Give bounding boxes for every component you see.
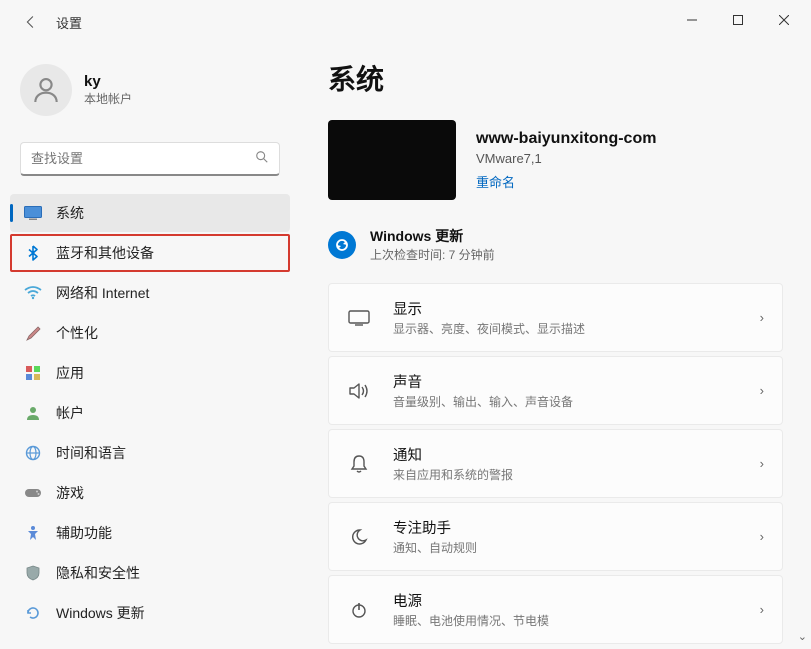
avatar bbox=[20, 64, 72, 116]
sync-icon bbox=[328, 231, 356, 259]
card-sub: 音量级别、输出、输入、声音设备 bbox=[393, 393, 760, 410]
nav-bluetooth[interactable]: 蓝牙和其他设备 bbox=[10, 234, 290, 272]
chevron-right-icon: › bbox=[760, 602, 764, 617]
card-title: 电源 bbox=[393, 590, 760, 611]
bell-icon bbox=[347, 454, 371, 474]
card-display[interactable]: 显示 显示器、亮度、夜间模式、显示描述 › bbox=[328, 283, 783, 352]
card-sound[interactable]: 声音 音量级别、输出、输入、声音设备 › bbox=[328, 356, 783, 425]
nav-accounts[interactable]: 帐户 bbox=[10, 394, 290, 432]
nav-label: Windows 更新 bbox=[56, 603, 145, 623]
nav-time-language[interactable]: 时间和语言 bbox=[10, 434, 290, 472]
nav-label: 帐户 bbox=[56, 403, 84, 423]
update-subtitle: 上次检查时间: 7 分钟前 bbox=[370, 246, 495, 263]
device-thumbnail bbox=[328, 120, 456, 200]
maximize-button[interactable] bbox=[715, 4, 761, 36]
person-icon bbox=[24, 404, 42, 422]
shield-icon bbox=[24, 564, 42, 582]
card-sub: 显示器、亮度、夜间模式、显示描述 bbox=[393, 320, 760, 337]
sound-icon bbox=[347, 382, 371, 400]
card-power[interactable]: 电源 睡眠、电池使用情况、节电模 › bbox=[328, 575, 783, 644]
chevron-right-icon: › bbox=[760, 529, 764, 544]
device-name: www-baiyunxitong-com bbox=[476, 130, 656, 148]
device-model: VMware7,1 bbox=[476, 151, 656, 166]
sidebar: ky 本地帐户 系统 蓝牙和其他设备 网络和 Internet bbox=[0, 40, 300, 649]
card-title: 声音 bbox=[393, 371, 760, 392]
moon-icon bbox=[347, 528, 371, 546]
search-input[interactable] bbox=[31, 151, 255, 166]
titlebar: 设置 bbox=[0, 0, 811, 40]
windows-update-row[interactable]: Windows 更新 上次检查时间: 7 分钟前 bbox=[328, 220, 783, 283]
card-title: 专注助手 bbox=[393, 517, 760, 538]
nav-label: 应用 bbox=[56, 363, 84, 383]
account-type: 本地帐户 bbox=[84, 90, 132, 107]
nav-personalization[interactable]: 个性化 bbox=[10, 314, 290, 352]
nav-list: 系统 蓝牙和其他设备 网络和 Internet 个性化 应用 帐户 bbox=[10, 194, 290, 632]
card-sub: 来自应用和系统的警报 bbox=[393, 466, 760, 483]
nav-label: 系统 bbox=[56, 203, 84, 223]
power-icon bbox=[347, 601, 371, 619]
nav-windows-update[interactable]: Windows 更新 bbox=[10, 594, 290, 632]
nav-label: 个性化 bbox=[56, 323, 98, 343]
nav-label: 网络和 Internet bbox=[56, 283, 149, 303]
chevron-right-icon: › bbox=[760, 456, 764, 471]
nav-label: 隐私和安全性 bbox=[56, 563, 140, 583]
card-sub: 睡眠、电池使用情况、节电模 bbox=[393, 612, 760, 629]
back-button[interactable] bbox=[20, 12, 40, 32]
nav-label: 蓝牙和其他设备 bbox=[56, 243, 154, 263]
nav-label: 辅助功能 bbox=[56, 523, 112, 543]
nav-system[interactable]: 系统 bbox=[10, 194, 290, 232]
update-title: Windows 更新 bbox=[370, 226, 495, 246]
user-section[interactable]: ky 本地帐户 bbox=[10, 52, 290, 136]
card-focus-assist[interactable]: 专注助手 通知、自动规则 › bbox=[328, 502, 783, 571]
page-title: 系统 bbox=[328, 58, 783, 98]
nav-apps[interactable]: 应用 bbox=[10, 354, 290, 392]
minimize-button[interactable] bbox=[669, 4, 715, 36]
chevron-right-icon: › bbox=[760, 383, 764, 398]
system-icon bbox=[24, 204, 42, 222]
nav-privacy[interactable]: 隐私和安全性 bbox=[10, 554, 290, 592]
globe-icon bbox=[24, 444, 42, 462]
nav-gaming[interactable]: 游戏 bbox=[10, 474, 290, 512]
username: ky bbox=[84, 73, 132, 90]
settings-list: 显示 显示器、亮度、夜间模式、显示描述 › 声音 音量级别、输出、输入、声音设备… bbox=[328, 283, 783, 644]
nav-label: 时间和语言 bbox=[56, 443, 126, 463]
bluetooth-icon bbox=[24, 244, 42, 262]
nav-network[interactable]: 网络和 Internet bbox=[10, 274, 290, 312]
nav-accessibility[interactable]: 辅助功能 bbox=[10, 514, 290, 552]
device-section: www-baiyunxitong-com VMware7,1 重命名 bbox=[328, 120, 783, 200]
card-sub: 通知、自动规则 bbox=[393, 539, 760, 556]
brush-icon bbox=[24, 324, 42, 342]
close-button[interactable] bbox=[761, 4, 807, 36]
gamepad-icon bbox=[24, 484, 42, 502]
search-icon bbox=[255, 150, 269, 167]
wifi-icon bbox=[24, 284, 42, 302]
scroll-down-icon[interactable]: ⌄ bbox=[798, 630, 807, 643]
accessibility-icon bbox=[24, 524, 42, 542]
update-icon bbox=[24, 604, 42, 622]
card-notifications[interactable]: 通知 来自应用和系统的警报 › bbox=[328, 429, 783, 498]
rename-link[interactable]: 重命名 bbox=[476, 172, 656, 191]
card-title: 通知 bbox=[393, 444, 760, 465]
nav-label: 游戏 bbox=[56, 483, 84, 503]
display-icon bbox=[347, 310, 371, 326]
apps-icon bbox=[24, 364, 42, 382]
content: 系统 www-baiyunxitong-com VMware7,1 重命名 Wi… bbox=[300, 40, 811, 649]
search-box[interactable] bbox=[20, 142, 280, 176]
app-title: 设置 bbox=[56, 13, 82, 32]
card-title: 显示 bbox=[393, 298, 760, 319]
chevron-right-icon: › bbox=[760, 310, 764, 325]
